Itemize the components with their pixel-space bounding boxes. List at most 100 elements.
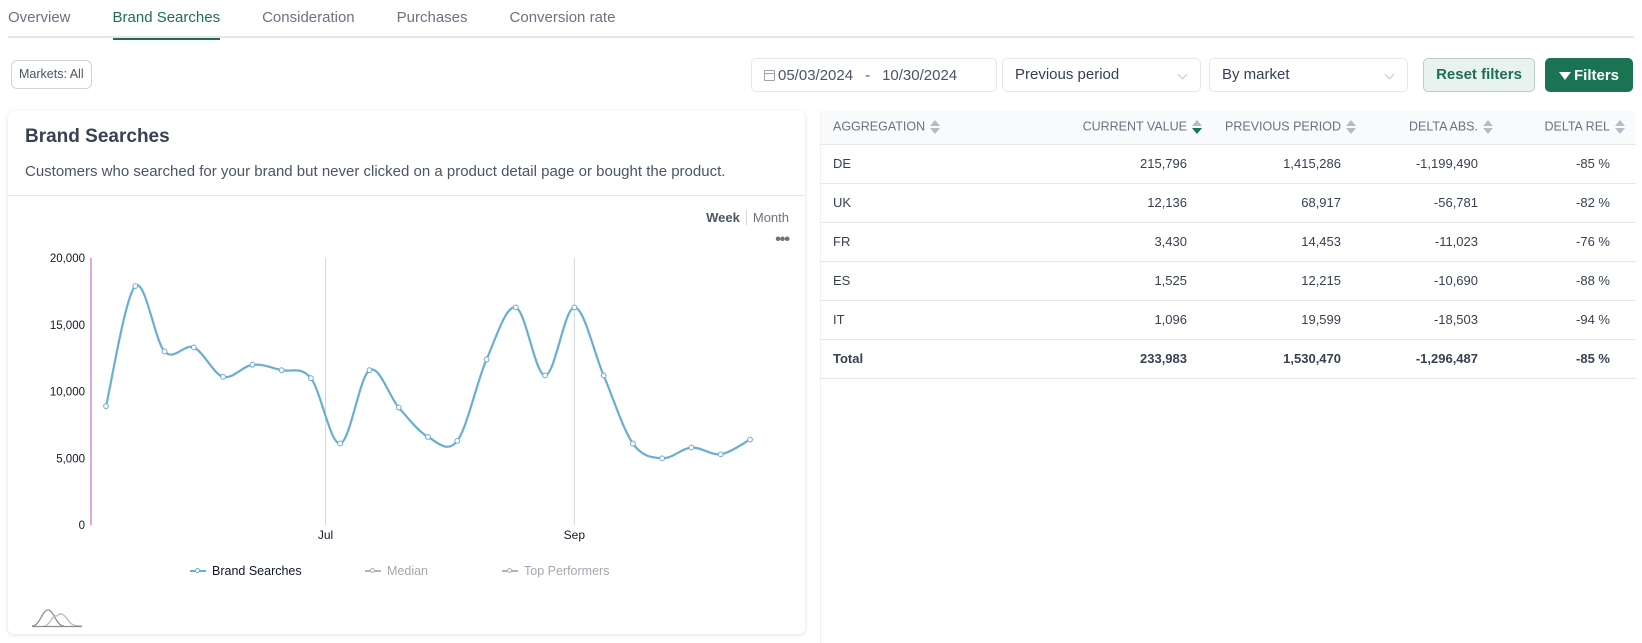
date-range-picker[interactable]: 05/03/2024 - 10/30/2024 (751, 58, 997, 92)
tab-consideration[interactable]: Consideration (262, 0, 355, 38)
data-point (220, 373, 226, 380)
tab-purchases[interactable]: Purchases (397, 0, 468, 38)
date-from[interactable]: 05/03/2024 (778, 67, 853, 84)
cell-delta-abs: -1,199,490 (1367, 144, 1504, 184)
cell-previous-period: 68,917 (1213, 183, 1367, 223)
cell-aggregation: ES (821, 261, 1061, 301)
table-row: IT 1,096 19,599 -18,503 -94 % (821, 300, 1636, 340)
comparison-select-value: Previous period (1015, 66, 1120, 83)
y-tick-label: 20,000 (50, 253, 85, 265)
cell-aggregation: UK (821, 183, 1061, 223)
cell-delta-abs: -1,296,487 (1367, 339, 1504, 379)
cell-delta-rel: -85 % (1504, 144, 1636, 184)
market-table: AGGREGATION CURRENT VALUE PREVIOUS PERIO… (821, 111, 1636, 379)
cell-delta-abs: -10,690 (1367, 261, 1504, 301)
chevron-down-icon (1177, 69, 1188, 80)
data-point (630, 440, 636, 447)
column-header-previous-period[interactable]: PREVIOUS PERIOD (1213, 111, 1367, 145)
y-tick-label: 10,000 (50, 387, 85, 399)
tab-overview[interactable]: Overview (8, 0, 71, 38)
cell-previous-period: 14,453 (1213, 222, 1367, 262)
table-row: FR 3,430 14,453 -11,023 -76 % (821, 222, 1636, 262)
sort-icon[interactable] (1346, 119, 1356, 135)
data-point (454, 437, 461, 444)
data-point (688, 444, 695, 451)
column-header-delta-abs[interactable]: DELTA ABS. (1367, 111, 1504, 145)
data-point (425, 433, 431, 440)
cell-current-value: 1,525 (1061, 261, 1213, 301)
sort-icon[interactable] (1483, 119, 1493, 135)
cell-aggregation: DE (821, 144, 1061, 184)
cell-previous-period: 19,599 (1213, 300, 1367, 340)
tab-bar: Overview Brand Searches Consideration Pu… (8, 0, 1634, 40)
data-point (600, 372, 607, 379)
column-header-aggregation[interactable]: AGGREGATION (821, 111, 1061, 145)
cell-delta-rel: -82 % (1504, 183, 1636, 223)
cell-current-value: 3,430 (1061, 222, 1213, 262)
tab-brand-searches[interactable]: Brand Searches (112, 0, 220, 40)
legend-swatch-icon (502, 568, 518, 573)
column-header-delta-rel[interactable]: DELTA REL (1504, 111, 1636, 145)
cell-delta-abs: -11,023 (1367, 222, 1504, 262)
cell-delta-rel: -94 % (1504, 300, 1636, 340)
reset-filters-button[interactable]: Reset filters (1423, 58, 1535, 92)
cell-current-value: 12,136 (1061, 183, 1213, 223)
y-tick-label: 15,000 (50, 320, 85, 332)
market-table-panel: AGGREGATION CURRENT VALUE PREVIOUS PERIO… (820, 111, 1642, 643)
sort-desc-icon[interactable] (1192, 119, 1202, 135)
line-chart: 0 5,000 10,000 15,000 20,000 Jul Sep (50, 253, 753, 542)
data-point (190, 344, 197, 351)
legend-label: Top Performers (524, 564, 610, 578)
table-row: UK 12,136 68,917 -56,781 -82 % (821, 183, 1636, 223)
data-point (132, 283, 139, 289)
legend-label: Brand Searches (212, 564, 302, 578)
table-header-row: AGGREGATION CURRENT VALUE PREVIOUS PERIO… (821, 111, 1636, 145)
data-point (103, 403, 109, 410)
data-point (512, 304, 519, 311)
legend-top-performers[interactable]: Top Performers (502, 564, 609, 578)
data-point (483, 356, 490, 363)
y-tick-label: 5,000 (56, 453, 85, 465)
data-point (278, 367, 285, 374)
cell-delta-rel: -88 % (1504, 261, 1636, 301)
data-point (571, 304, 578, 311)
date-to[interactable]: 10/30/2024 (882, 67, 957, 84)
filter-funnel-icon (1558, 72, 1571, 80)
cell-aggregation: Total (821, 339, 1061, 379)
cell-previous-period: 1,530,470 (1213, 339, 1367, 379)
chart-legend: Brand Searches Median Top Performers (8, 564, 805, 584)
cell-aggregation: FR (821, 222, 1061, 262)
markets-filter-chip[interactable]: Markets: All (11, 60, 92, 89)
cell-current-value: 233,983 (1061, 339, 1213, 379)
y-tick-label: 0 (79, 520, 85, 532)
comparison-select[interactable]: Previous period (1002, 58, 1201, 92)
table-row: ES 1,525 12,215 -10,690 -88 % (821, 261, 1636, 301)
cell-current-value: 1,096 (1061, 300, 1213, 340)
data-point (659, 455, 666, 462)
data-point (337, 440, 344, 447)
sort-icon[interactable] (930, 119, 941, 135)
grouping-select[interactable]: By market (1209, 58, 1408, 92)
table-total-row: Total 233,983 1,530,470 -1,296,487 -85 % (821, 339, 1636, 379)
legend-swatch-icon (190, 568, 206, 573)
grouping-select-value: By market (1222, 66, 1290, 83)
sort-icon[interactable] (1615, 119, 1625, 135)
legend-median[interactable]: Median (365, 564, 428, 578)
x-tick-label: Sep (564, 528, 586, 542)
cell-current-value: 215,796 (1061, 144, 1213, 184)
calendar-icon (764, 69, 775, 81)
data-point (717, 451, 724, 458)
legend-brand-searches[interactable]: Brand Searches (190, 564, 302, 578)
brand-searches-card: Brand Searches Customers who searched fo… (8, 111, 805, 634)
data-point (747, 436, 753, 443)
filters-button[interactable]: Filters (1545, 58, 1633, 92)
column-header-current-value[interactable]: CURRENT VALUE (1061, 111, 1213, 145)
filters-button-label: Filters (1573, 66, 1619, 84)
table-row: DE 215,796 1,415,286 -1,199,490 -85 % (821, 144, 1636, 184)
data-point (366, 367, 373, 374)
cell-previous-period: 12,215 (1213, 261, 1367, 301)
cell-delta-rel: -76 % (1504, 222, 1636, 262)
chart-type-distribution-icon[interactable] (30, 606, 86, 628)
tab-conversion-rate[interactable]: Conversion rate (510, 0, 616, 38)
cell-delta-rel: -85 % (1504, 339, 1636, 379)
